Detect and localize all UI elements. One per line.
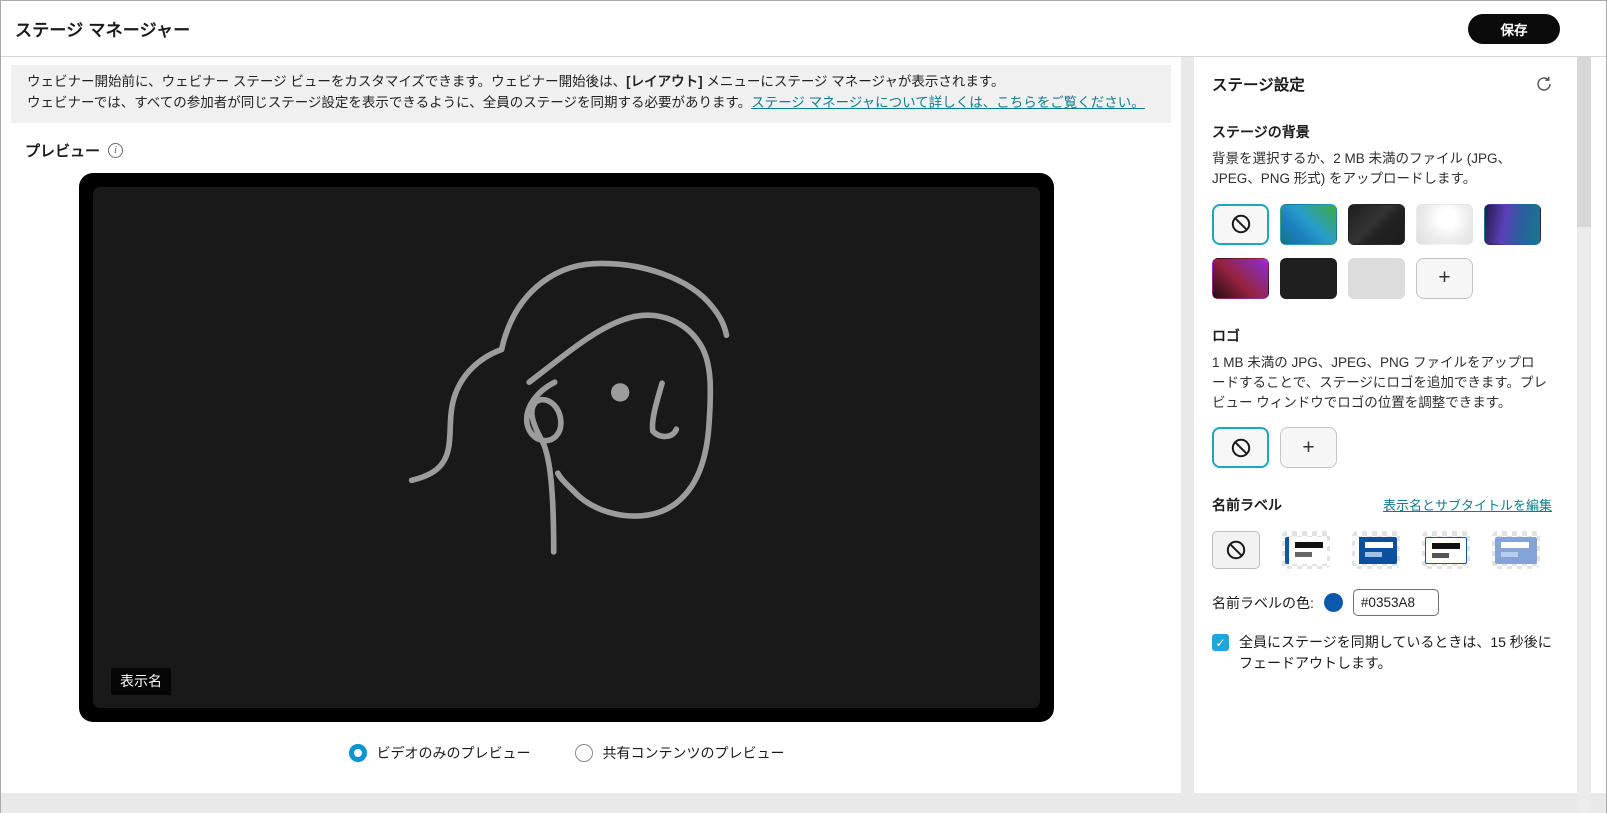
background-option-black[interactable]: [1280, 258, 1337, 299]
background-options: +: [1212, 204, 1552, 299]
radio-shared-content[interactable]: 共有コンテンツのプレビュー: [575, 743, 785, 763]
content-divider: [1181, 57, 1194, 813]
stage-video-area: 表示名: [93, 187, 1040, 708]
background-option-purple-teal[interactable]: [1484, 204, 1541, 245]
stage-settings-panel: ステージ設定 ステージの背景 背景を選択するか、2 MB 未満のファイル (JP…: [1194, 57, 1577, 793]
preview-mode-radios: ビデオのみのプレビュー 共有コンテンツのプレビュー: [79, 743, 1054, 763]
header: ステージ マネージャー 保存: [1, 1, 1606, 57]
logo-option-none[interactable]: [1212, 427, 1269, 468]
background-section-title: ステージの背景: [1212, 122, 1553, 142]
background-section-description: 背景を選択するか、2 MB 未満のファイル (JPG、JPEG、PNG 形式) …: [1212, 149, 1548, 190]
scrollbar-thumb[interactable]: [1577, 57, 1591, 227]
background-option-dark-swirl[interactable]: [1348, 204, 1405, 245]
name-label-style-light-blue[interactable]: [1492, 531, 1540, 569]
logo-upload-button[interactable]: +: [1280, 427, 1337, 468]
radio-video-only[interactable]: ビデオのみのプレビュー: [349, 743, 531, 763]
right-margin: [1591, 57, 1606, 793]
name-label-style-white-outlined[interactable]: [1422, 531, 1470, 569]
name-label-style-none[interactable]: [1212, 531, 1260, 569]
avatar-placeholder-icon: [383, 223, 751, 568]
info-icon[interactable]: i: [108, 143, 123, 158]
background-option-none[interactable]: [1212, 204, 1269, 245]
banner-line1-after: メニューにステージ マネージャが表示されます。: [703, 74, 1005, 89]
banner-line2-text: ウェビナーでは、すべての参加者が同じステージ設定を表示できるように、全員のステー…: [27, 95, 751, 110]
sync-fadeout-option: ✓ 全員にステージを同期しているときは、15 秒後にフェードアウトします。: [1212, 632, 1560, 674]
background-option-light-gray[interactable]: [1348, 258, 1405, 299]
logo-section-title: ロゴ: [1212, 326, 1553, 346]
sync-fadeout-text: 全員にステージを同期しているときは、15 秒後にフェードアウトします。: [1239, 632, 1560, 674]
name-label-style-white-accent[interactable]: [1282, 531, 1330, 569]
no-name-label-icon: [1225, 539, 1247, 561]
plus-icon: +: [1438, 266, 1450, 290]
name-label-color-label: 名前ラベルの色:: [1212, 593, 1314, 613]
panel-title: ステージ設定: [1212, 73, 1305, 95]
save-button[interactable]: 保存: [1468, 14, 1560, 44]
edit-display-name-link[interactable]: 表示名とサブタイトルを編集: [1383, 495, 1552, 514]
display-name-label[interactable]: 表示名: [111, 668, 171, 695]
plus-icon: +: [1302, 436, 1314, 460]
preview-section: ウェビナー開始前に、ウェビナー ステージ ビューをカスタマイズできます。ウェビナ…: [1, 57, 1181, 793]
radio-shared-content-label: 共有コンテンツのプレビュー: [603, 743, 785, 763]
name-label-section-title: 名前ラベル: [1212, 495, 1282, 515]
logo-section-description: 1 MB 未満の JPG、JPEG、PNG ファイルをアップロードすることで、ス…: [1212, 353, 1548, 414]
color-hex-input[interactable]: [1353, 589, 1439, 616]
name-label-style-blue-filled[interactable]: [1352, 531, 1400, 569]
checkbox-checked-icon[interactable]: ✓: [1212, 634, 1229, 651]
no-logo-icon: [1230, 437, 1252, 459]
refresh-icon[interactable]: [1535, 75, 1553, 93]
scrollbar-track[interactable]: [1577, 57, 1591, 813]
info-banner: ウェビナー開始前に、ウェビナー ステージ ビューをカスタマイズできます。ウェビナ…: [11, 65, 1171, 123]
banner-line1-bold: [レイアウト]: [626, 74, 703, 89]
stage-preview[interactable]: 表示名: [79, 173, 1054, 722]
preview-title: プレビュー: [25, 140, 100, 161]
page-title: ステージ マネージャー: [15, 16, 190, 41]
radio-video-only-label: ビデオのみのプレビュー: [377, 743, 531, 763]
radio-selected-icon[interactable]: [349, 744, 367, 762]
background-upload-button[interactable]: +: [1416, 258, 1473, 299]
color-swatch[interactable]: [1324, 593, 1343, 612]
main-area: ウェビナー開始前に、ウェビナー ステージ ビューをカスタマイズできます。ウェビナ…: [1, 57, 1606, 813]
name-label-style-options: [1212, 531, 1552, 569]
logo-options: +: [1212, 427, 1553, 468]
no-background-icon: [1230, 213, 1252, 235]
banner-line1-text: ウェビナー開始前に、ウェビナー ステージ ビューをカスタマイズできます。ウェビナ…: [27, 74, 626, 89]
background-option-red-purple[interactable]: [1212, 258, 1269, 299]
background-option-blue-green[interactable]: [1280, 204, 1337, 245]
background-option-light-swirl[interactable]: [1416, 204, 1473, 245]
radio-unselected-icon[interactable]: [575, 744, 593, 762]
learn-more-link[interactable]: ステージ マネージャについて詳しくは、こちらをご覧ください。: [751, 95, 1145, 110]
